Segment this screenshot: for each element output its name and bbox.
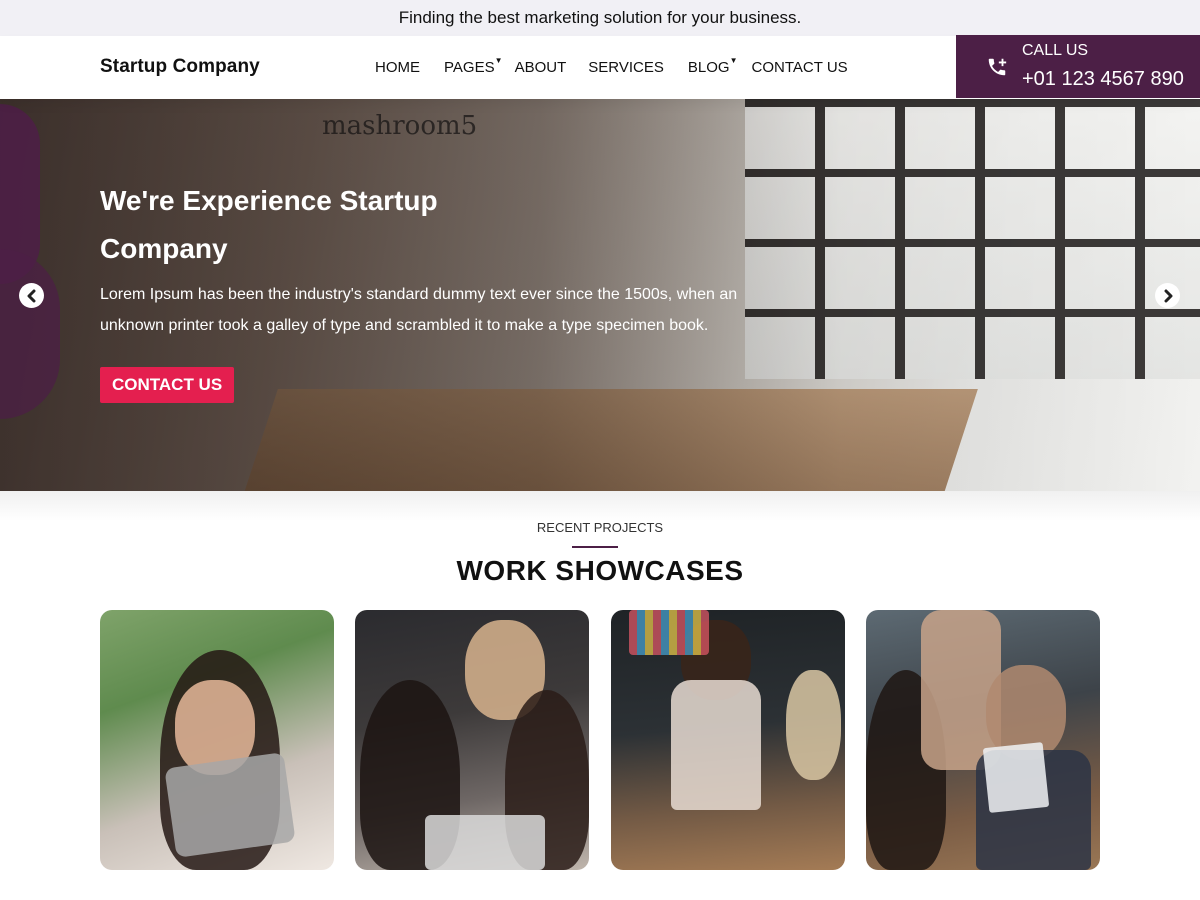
nav-item-home[interactable]: HOME [375, 59, 420, 76]
call-us-number: +01 123 4567 890 [1022, 68, 1184, 90]
nav-item-pages[interactable]: PAGES ▼ [444, 56, 503, 76]
nav-item-label: PAGES [444, 59, 495, 76]
nav-item-blog[interactable]: BLOG ▼ [687, 56, 738, 76]
section-eyebrow: RECENT PROJECTS [536, 520, 664, 535]
project-card-3[interactable] [611, 610, 845, 870]
project-grid [100, 610, 1100, 870]
project-card-1[interactable] [100, 610, 334, 870]
nav-item-label: BLOG [687, 59, 730, 76]
section-divider [572, 546, 618, 548]
chevron-left-icon [27, 289, 35, 302]
project-card-4[interactable] [866, 610, 1100, 870]
nav-item-about[interactable]: ABOUT [515, 59, 567, 76]
work-showcase-section: RECENT PROJECTS WORK SHOWCASES [0, 491, 1200, 900]
caret-down-icon: ▼ [494, 56, 503, 65]
site-header: Startup Company HOME PAGES ▼ ABOUT SERVI… [0, 35, 1200, 99]
chevron-right-icon [1164, 289, 1172, 302]
nav-item-label: ABOUT [514, 59, 567, 76]
announcement-text: Finding the best marketing solution for … [398, 8, 802, 27]
section-shadow [0, 491, 1200, 521]
project-image-detail [786, 670, 841, 780]
caret-down-icon: ▼ [729, 56, 738, 65]
hero-contact-button[interactable]: CONTACT US [100, 367, 235, 403]
nav-item-label: CONTACT US [751, 59, 848, 76]
call-us-box[interactable]: CALL US +01 123 4567 890 [956, 35, 1200, 98]
slider-next-button[interactable] [1155, 283, 1180, 308]
hero-slider: mashroom5 We're Experience Startup Compa… [0, 99, 1200, 491]
main-nav: HOME PAGES ▼ ABOUT SERVICES BLOG ▼ CONTA… [375, 36, 848, 99]
project-image-detail [425, 815, 545, 870]
announcement-bar: Finding the best marketing solution for … [0, 0, 1200, 36]
project-image-detail [982, 742, 1050, 813]
hero-title: We're Experience Startup Company [100, 185, 438, 264]
slider-prev-button[interactable] [19, 283, 44, 308]
nav-item-services[interactable]: SERVICES [588, 59, 664, 76]
hero-description: Lorem Ipsum has been the industry's stan… [100, 286, 738, 334]
nav-item-contact[interactable]: CONTACT US [752, 59, 848, 76]
phone-plus-icon [986, 56, 1008, 78]
project-image-detail [164, 752, 296, 858]
project-image-detail [629, 610, 709, 655]
call-us-label: CALL US [1022, 42, 1089, 59]
nav-item-label: SERVICES [588, 59, 664, 76]
section-title: WORK SHOWCASES [456, 555, 744, 586]
nav-item-label: HOME [375, 59, 420, 76]
site-logo[interactable]: Startup Company [100, 56, 260, 78]
project-image-detail [671, 680, 761, 810]
project-card-2[interactable] [355, 610, 589, 870]
